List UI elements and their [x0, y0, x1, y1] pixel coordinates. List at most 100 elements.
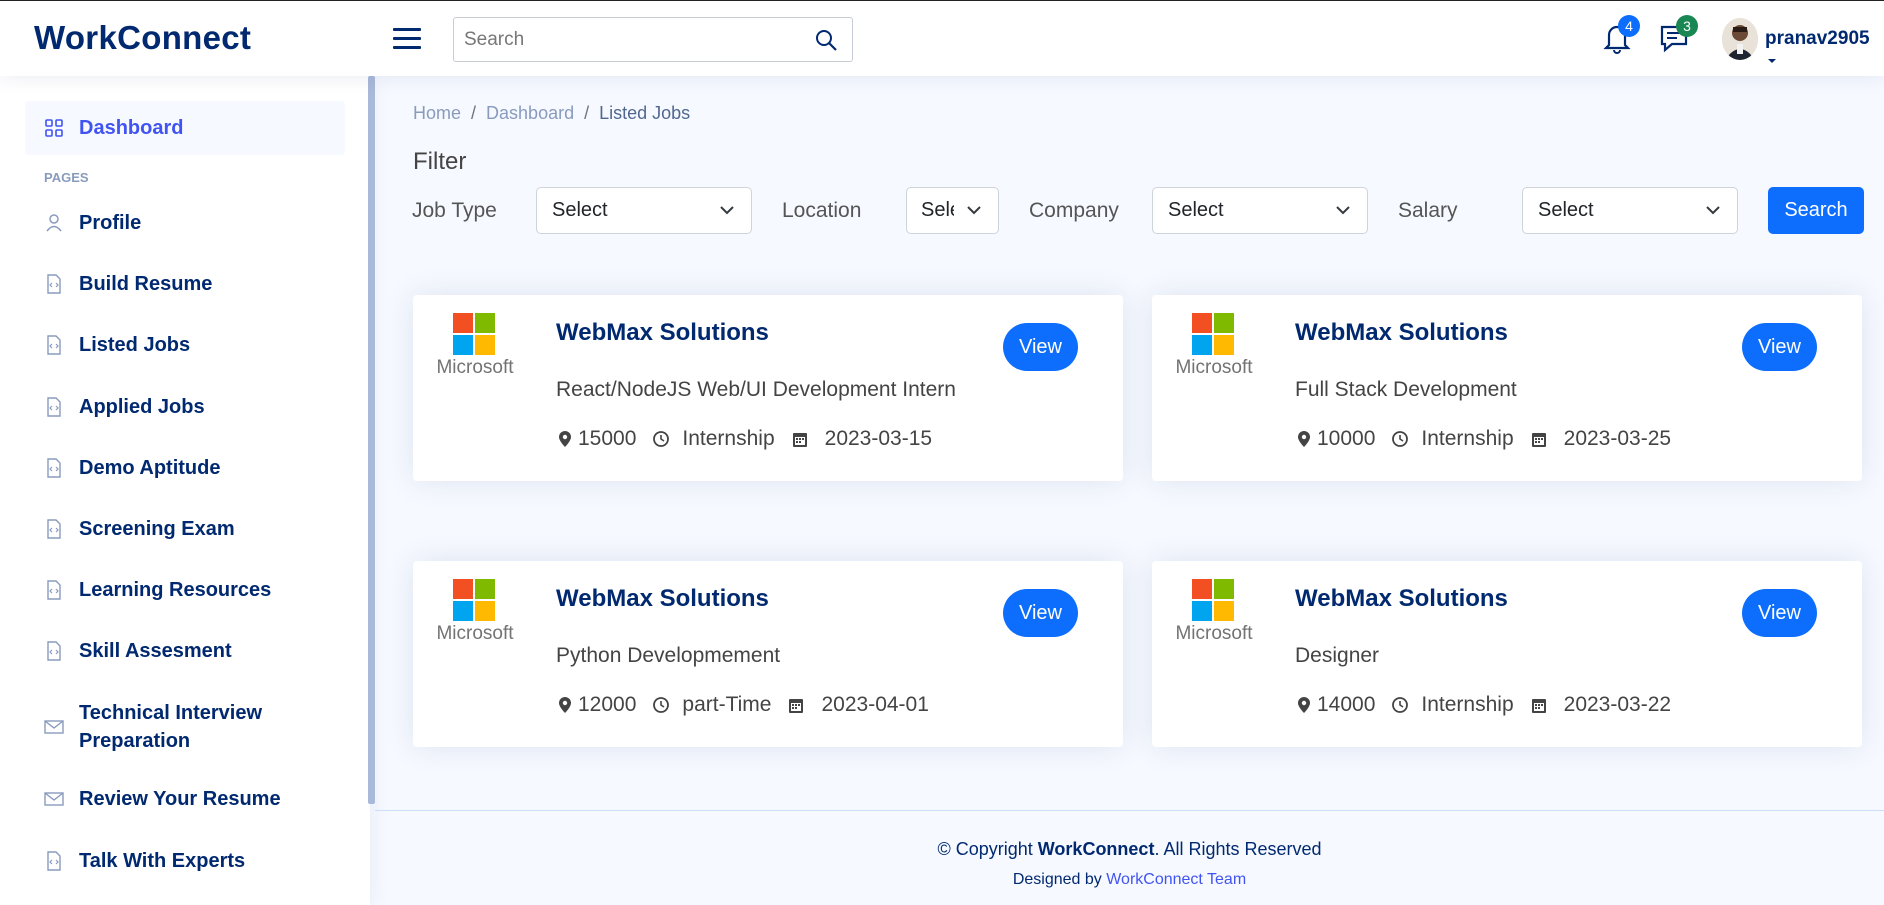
- sidebar-item-label: Screening Exam: [79, 518, 235, 540]
- search-button[interactable]: Search: [1768, 187, 1864, 234]
- view-button[interactable]: View: [1742, 323, 1817, 371]
- search-icon[interactable]: [814, 28, 838, 52]
- sidebar-heading: PAGES: [44, 170, 89, 185]
- job-date: 2023-03-25: [1563, 427, 1672, 450]
- job-role: Full Stack Development: [1295, 378, 1517, 401]
- breadcrumb-home[interactable]: Home: [413, 103, 461, 123]
- sidebar-item-label: Profile: [79, 212, 142, 234]
- avatar[interactable]: [1722, 18, 1758, 60]
- file-code-icon: [47, 335, 61, 355]
- job-role: Designer: [1295, 644, 1380, 667]
- sidebar-item-demo-aptitude[interactable]: Demo Aptitude: [25, 441, 345, 495]
- clock-icon: [1392, 697, 1409, 713]
- sidebar-item-applied-jobs[interactable]: Applied Jobs: [25, 380, 345, 434]
- sidebar-item-talk-with-experts[interactable]: Talk With Experts: [25, 834, 345, 888]
- map-pin-icon: [559, 697, 571, 713]
- messages-badge: 3: [1676, 15, 1698, 37]
- sidebar-item-review-your-resume[interactable]: Review Your Resume: [25, 772, 345, 826]
- file-code-icon: [47, 458, 61, 478]
- person-icon: [46, 214, 62, 232]
- job-type: Internship: [1421, 427, 1514, 450]
- sidebar-item-label: Skill Assesment: [79, 640, 232, 662]
- job-type: Internship: [682, 427, 775, 450]
- job-type-select[interactable]: Select: [536, 187, 752, 234]
- notifications-bell-icon[interactable]: 4: [1600, 15, 1640, 55]
- calendar-icon: [789, 699, 804, 713]
- team-link[interactable]: WorkConnect Team: [1106, 871, 1246, 888]
- copyright-brand: WorkConnect: [1037, 839, 1155, 859]
- file-code-icon: [47, 580, 61, 600]
- sidebar-item-screening-exam[interactable]: Screening Exam: [25, 502, 345, 556]
- user-profile-dropdown[interactable]: pranav2905: [1765, 28, 1884, 72]
- sidebar-item-technical-interview-preparation[interactable]: Technical Interview Preparation: [25, 697, 345, 757]
- chevron-down-icon: [1706, 206, 1720, 215]
- view-button[interactable]: View: [1003, 589, 1078, 637]
- salary-select[interactable]: Select: [1522, 187, 1738, 234]
- sidebar-item-build-resume[interactable]: Build Resume: [25, 257, 345, 311]
- search-input[interactable]: [464, 26, 794, 54]
- sidebar-item-label: Build Resume: [79, 273, 213, 295]
- file-code-icon: [47, 641, 61, 661]
- messages-chat-icon[interactable]: 3: [1658, 15, 1698, 55]
- map-pin-icon: [1298, 697, 1310, 713]
- username: pranav2905: [1765, 28, 1870, 49]
- job-card: Microsoft WebMax Solutions Full Stack De…: [1152, 295, 1862, 481]
- sidebar-item-learning-resources[interactable]: Learning Resources: [25, 563, 345, 617]
- microsoft-logo: Microsoft: [431, 313, 519, 385]
- company-select[interactable]: Select: [1152, 187, 1368, 234]
- logo[interactable]: WorkConnect: [34, 19, 251, 57]
- file-code-icon: [47, 519, 61, 539]
- microsoft-logo: Microsoft: [1170, 313, 1258, 385]
- job-salary: 10000: [1317, 427, 1376, 450]
- sidebar-item-listed-jobs[interactable]: Listed Jobs: [25, 318, 345, 372]
- job-type: part-Time: [682, 693, 772, 716]
- location-select[interactable]: Select: [906, 187, 999, 234]
- job-date: 2023-04-01: [821, 693, 929, 716]
- clock-icon: [653, 697, 670, 713]
- microsoft-logo: Microsoft: [1170, 579, 1258, 651]
- job-meta: 12000 part-Time 2023-04-01: [556, 693, 929, 717]
- breadcrumb: Home / Dashboard / Listed Jobs: [413, 103, 691, 123]
- clock-icon: [653, 431, 670, 447]
- sidebar-item-label: Demo Aptitude: [79, 457, 221, 479]
- job-card: Microsoft WebMax Solutions Designer 1400…: [1152, 561, 1862, 747]
- chevron-down-icon: [967, 206, 981, 215]
- credits-text: Designed by WorkConnect Team: [375, 871, 1884, 889]
- copyright-suffix: . All Rights Reserved: [1154, 839, 1322, 859]
- file-code-icon: [47, 851, 61, 871]
- job-card: Microsoft WebMax Solutions Python Develo…: [413, 561, 1123, 747]
- grid-icon: [45, 119, 63, 137]
- company-name: WebMax Solutions: [556, 319, 769, 346]
- sidebar-item-profile[interactable]: Profile: [25, 196, 345, 250]
- company-select-value: Select: [1168, 199, 1224, 221]
- logo-text: Microsoft: [1175, 623, 1253, 644]
- salary-label: Salary: [1398, 199, 1458, 222]
- footer: © Copyright WorkConnect. All Rights Rese…: [375, 810, 1884, 905]
- sidebar-item-label: Applied Jobs: [79, 396, 205, 418]
- location-select-value: Select: [921, 199, 954, 221]
- map-pin-icon: [559, 431, 571, 447]
- logo-text: Microsoft: [436, 623, 514, 644]
- calendar-icon: [1531, 699, 1546, 713]
- sidebar-scrollbar[interactable]: [368, 76, 375, 804]
- company-label: Company: [1029, 199, 1119, 222]
- logo-text: Microsoft: [1175, 357, 1253, 378]
- sidebar-item-skill-assesment[interactable]: Skill Assesment: [25, 624, 345, 678]
- sidebar-item-dashboard[interactable]: Dashboard: [25, 101, 345, 155]
- job-salary: 12000: [578, 693, 637, 716]
- company-name: WebMax Solutions: [556, 585, 769, 612]
- logo-text: Microsoft: [436, 357, 514, 378]
- map-pin-icon: [1298, 431, 1310, 447]
- designed-by-label: Designed by: [1012, 871, 1107, 888]
- job-meta: 14000 Internship 2023-03-22: [1295, 693, 1671, 717]
- menu-toggle-icon[interactable]: [393, 26, 421, 50]
- view-button[interactable]: View: [1003, 323, 1078, 371]
- envelope-icon: [44, 792, 64, 806]
- breadcrumb-dashboard[interactable]: Dashboard: [486, 103, 574, 123]
- view-button[interactable]: View: [1742, 589, 1817, 637]
- location-label: Location: [782, 199, 862, 222]
- calendar-icon: [1531, 433, 1546, 447]
- job-date: 2023-03-22: [1563, 693, 1672, 716]
- caret-down-icon: [1768, 59, 1776, 63]
- job-type-select-value: Select: [552, 199, 608, 221]
